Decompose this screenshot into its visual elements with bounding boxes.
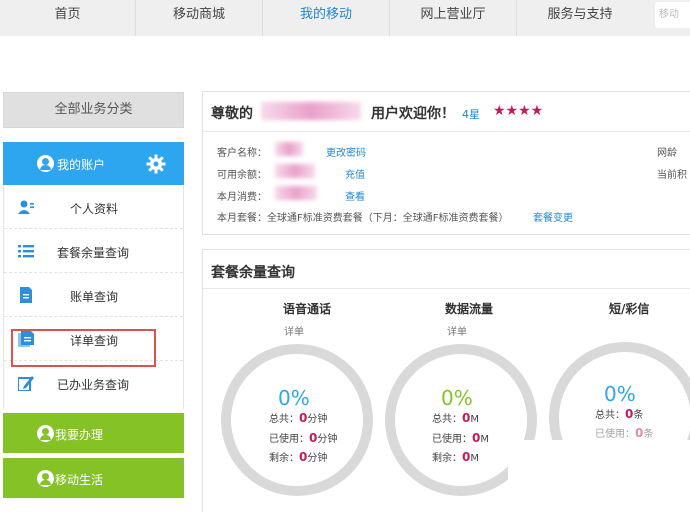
network-age-label: 网龄 [657,148,677,159]
account-header: 尊敬的 用户欢迎你！ 4星 ★★★★ [203,92,690,132]
sidebar-item-label: 套餐余量查询 [57,246,130,260]
data-remaining: 剩余：0M [432,450,479,464]
nav-online-hall[interactable]: 网上营业厅 [390,0,516,36]
sms-total: 总共：0条 [595,407,644,421]
star-rating-icon: ★★★★ [493,103,544,119]
data-used: 已使用：0M [432,431,489,445]
redacted-username [261,102,361,120]
user-circle-icon [37,425,54,442]
sidebar-green-label: 移动生活 [55,473,104,487]
document-icon [20,287,32,303]
data-title: 数据流量 [445,302,494,316]
sidebar-item-label: 账单查询 [70,290,119,304]
sidebar-item-label: 已办业务查询 [57,378,130,392]
voice-percent: 0% [278,386,310,410]
plan-info: 本月套餐：全球通F标准资费套餐（下月：全球通F标准资费套餐） [217,213,509,224]
data-detail-link[interactable]: 详单 [447,323,467,338]
all-business-category[interactable]: 全部业务分类 [3,92,184,128]
redacted-balance [275,164,315,178]
sidebar-item-profile[interactable]: 个人资料 [4,185,183,229]
user-circle-icon [37,470,54,487]
sms-used: 已使用：0条 [595,426,654,440]
voice-title: 语音通话 [283,302,332,316]
data-total: 总共：0M [432,411,479,425]
search-input[interactable]: 移动 [655,2,690,28]
nav-home[interactable]: 首页 [0,0,135,36]
edit-icon [18,376,34,391]
list-icon [18,245,34,258]
divider [203,288,690,289]
voice-total: 总共：0分钟 [269,411,328,425]
voice-detail-link[interactable]: 详单 [284,323,304,338]
top-nav: 首页 移动商城 我的移动 网上营业厅 服务与支持 移动 [0,0,690,36]
highlight-annotation-box [11,329,156,367]
redacted-customer-name [275,142,303,156]
sidebar-my-account-label: 我的账户 [57,158,106,172]
change-plan-link[interactable]: 套餐变更 [533,209,573,224]
customer-name-label: 客户名称： [217,148,267,159]
nav-mall[interactable]: 移动商城 [136,0,262,36]
user-circle-icon [37,155,54,172]
view-spend-link[interactable]: 查看 [345,188,365,203]
gear-icon[interactable] [146,154,166,174]
user-card-icon [18,200,34,214]
sidebar-i-want-to-handle[interactable]: 我要办理 [3,413,184,453]
sms-title: 短/彩信 [609,302,650,316]
recharge-link[interactable]: 充值 [345,166,365,181]
voice-remaining: 剩余：0分钟 [269,450,328,464]
sidebar-item-label: 个人资料 [70,202,119,216]
voice-used: 已使用：0分钟 [269,431,338,445]
sms-percent: 0% [604,382,636,406]
nav-my-mobile[interactable]: 我的移动 [263,0,389,36]
sidebar-item-bill[interactable]: 账单查询 [4,273,183,317]
current-points-label: 当前积 [657,170,687,181]
balance-label: 可用余额： [217,170,267,181]
sidebar-green-label: 我要办理 [55,428,104,442]
sidebar-item-plan-balance[interactable]: 套餐余量查询 [4,229,183,273]
greeting-prefix: 尊敬的 [211,106,253,122]
sidebar-my-account[interactable]: 我的账户 [3,142,184,185]
data-percent: 0% [441,386,473,410]
monthly-spend-label: 本月消费： [217,192,267,203]
member-level: 4星 [462,108,480,121]
account-panel: 尊敬的 用户欢迎你！ 4星 ★★★★ 客户名称： 更改密码 可用余额： 充值 本… [202,91,690,235]
greeting-suffix: 用户欢迎你！ [371,106,455,122]
nav-service-support[interactable]: 服务与支持 [517,0,643,36]
occluding-overlay [508,440,690,512]
sidebar-mobile-life[interactable]: 移动生活 [3,458,184,498]
plan-balance-title: 套餐余量查询 [211,265,295,281]
change-password-link[interactable]: 更改密码 [326,144,366,159]
sidebar-account-menu: 个人资料 套餐余量查询 账单查询 详单查询 已办业务查询 [3,185,184,409]
sidebar-item-processed[interactable]: 已办业务查询 [4,361,183,405]
redacted-spend [275,186,317,200]
